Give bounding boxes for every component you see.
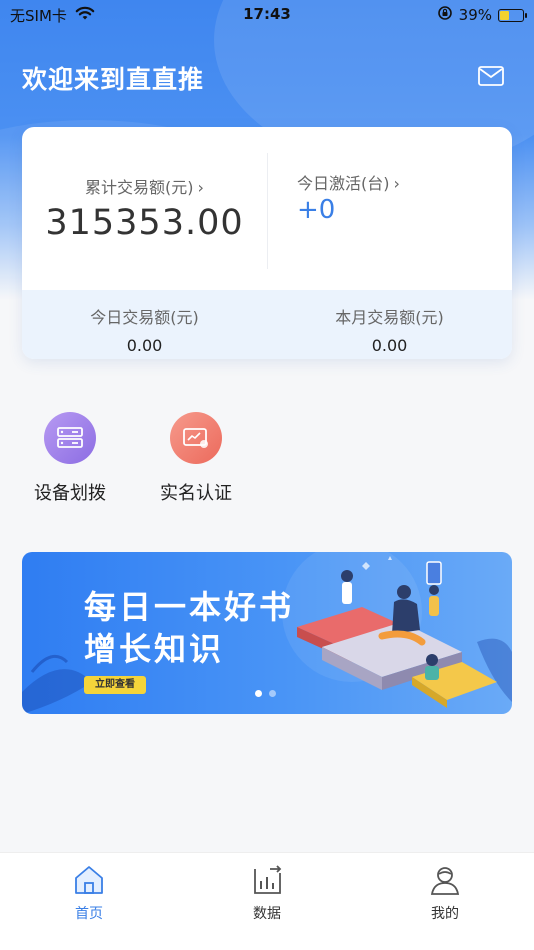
total-transaction-stat[interactable]: 累计交易额(元) › 315353.00 xyxy=(22,127,267,290)
real-name-verification-label: 实名认证 xyxy=(160,483,232,504)
chevron-right-icon: › xyxy=(197,178,204,197)
today-transaction-label: 今日交易额(元) xyxy=(90,308,199,327)
tab-bar: 首页 数据 我的 xyxy=(0,852,534,950)
month-transaction-stat: 本月交易额(元) 0.00 xyxy=(267,304,512,355)
status-bar: 无SIM卡 17:43 39% xyxy=(0,0,534,28)
page-title: 欢迎来到直直推 xyxy=(22,65,205,94)
mail-icon[interactable] xyxy=(478,66,504,88)
tab-home-label: 首页 xyxy=(75,906,103,922)
month-transaction-label: 本月交易额(元) xyxy=(335,308,444,327)
orientation-lock-icon xyxy=(437,5,453,25)
month-transaction-value: 0.00 xyxy=(371,336,408,355)
today-activation-stat[interactable]: 今日激活(台) › +0 xyxy=(267,127,512,290)
today-transaction-value: 0.00 xyxy=(126,336,163,355)
battery-charging-icon xyxy=(498,8,527,22)
tab-home[interactable]: 首页 xyxy=(29,863,149,923)
device-transfer-button[interactable]: 设备划拨 xyxy=(15,412,125,505)
device-transfer-icon xyxy=(44,412,96,464)
device-transfer-label: 设备划拨 xyxy=(34,483,106,504)
stats-summary-row: 今日交易额(元) 0.00 本月交易额(元) 0.00 xyxy=(22,290,512,359)
carousel-dot[interactable] xyxy=(269,690,276,697)
today-activation-label: 今日激活(台) xyxy=(297,174,390,193)
tab-profile-label: 我的 xyxy=(431,906,459,922)
id-verification-icon xyxy=(170,412,222,464)
banner-headline-2: 增长知识 xyxy=(84,630,225,668)
tab-data-label: 数据 xyxy=(253,906,281,922)
home-icon xyxy=(72,863,106,897)
total-transaction-value: 315353.00 xyxy=(45,203,244,243)
promo-banner[interactable]: 每日一本好书 增长知识 立即查看 xyxy=(22,552,512,714)
total-transaction-label: 累计交易额(元) xyxy=(85,178,194,197)
real-name-verification-button[interactable]: 实名认证 xyxy=(141,412,251,505)
profile-icon xyxy=(428,863,462,897)
battery-percent: 39% xyxy=(458,6,492,24)
carousel-dot[interactable] xyxy=(255,690,262,697)
tab-profile[interactable]: 我的 xyxy=(385,863,505,923)
today-transaction-stat: 今日交易额(元) 0.00 xyxy=(22,304,267,355)
today-activation-value: +0 xyxy=(297,195,336,225)
banner-headline-1: 每日一本好书 xyxy=(84,588,295,626)
carousel-indicator[interactable] xyxy=(255,690,276,697)
banner-view-button[interactable]: 立即查看 xyxy=(84,676,146,694)
tab-data[interactable]: 数据 xyxy=(207,863,327,923)
chevron-right-icon: › xyxy=(393,174,400,193)
stats-card: 累计交易额(元) › 315353.00 今日激活(台) › +0 今日交易额(元)… xyxy=(22,127,512,359)
chart-icon xyxy=(250,863,284,897)
